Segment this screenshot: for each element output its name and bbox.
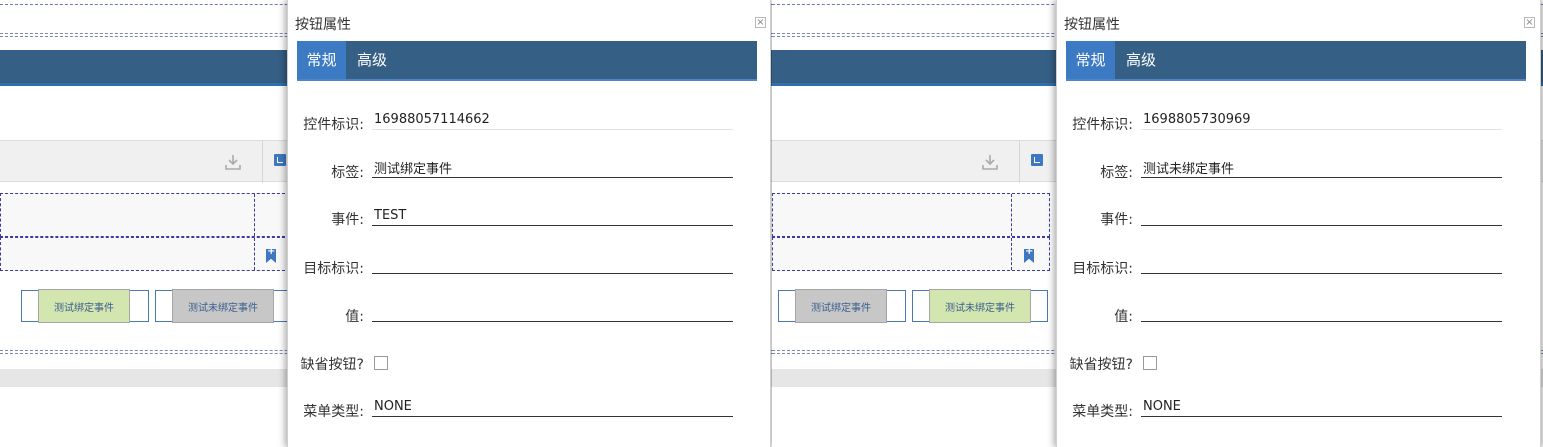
dialog-tabs: 常规 高级 (297, 41, 757, 81)
label-field[interactable] (372, 158, 733, 178)
control-id-label: 控件标识: (303, 117, 364, 133)
control-id-field[interactable] (372, 110, 733, 130)
value-field[interactable] (1141, 302, 1502, 322)
toolbar-divider (1019, 141, 1020, 183)
event-field[interactable] (372, 206, 733, 226)
test-unbound-event-button[interactable]: 测试未绑定事件 (172, 289, 274, 323)
resize-icon[interactable] (274, 154, 286, 166)
control-id-label: 控件标识: (1072, 117, 1133, 133)
grid-column-divider (254, 194, 255, 236)
default-button-checkbox[interactable] (374, 356, 388, 370)
test-unbound-event-button[interactable]: 测试未绑定事件 (929, 289, 1031, 323)
menu-type-field[interactable] (1141, 397, 1502, 417)
bookmark-add-icon[interactable] (266, 249, 276, 263)
menu-type-label: 菜单类型: (1072, 404, 1133, 420)
dialog-title: 按钮属性 (295, 17, 351, 33)
tab-advanced[interactable]: 高级 (1117, 41, 1165, 79)
test-bound-event-button[interactable]: 测试绑定事件 (38, 289, 130, 323)
label-label: 标签: (1100, 165, 1133, 181)
dialog-tabs: 常规 高级 (1066, 41, 1526, 81)
toolbar-divider (262, 141, 263, 183)
grid-column-divider (254, 238, 255, 270)
event-label: 事件: (331, 212, 364, 228)
menu-type-label: 菜单类型: (303, 404, 364, 420)
grid-column-divider (1011, 238, 1012, 270)
close-icon[interactable]: × (755, 17, 766, 28)
default-button-label: 缺省按钮? (1069, 357, 1133, 373)
target-id-field[interactable] (372, 254, 733, 274)
label-field[interactable] (1141, 158, 1502, 178)
label-label: 标签: (331, 165, 364, 181)
close-icon[interactable]: × (1524, 17, 1535, 28)
event-field[interactable] (1141, 206, 1502, 226)
button-properties-dialog-right: 按钮属性 × 常规 高级 控件标识: 标签: 事件: 目标标识: 值: 缺省按钮… (1056, 0, 1541, 447)
grid-row (0, 193, 290, 237)
grid-row (772, 193, 1050, 237)
tab-general[interactable]: 常规 (1066, 41, 1115, 79)
button-properties-dialog-left: 按钮属性 × 常规 高级 控件标识: 标签: 事件: 目标标识: 值: 缺省按钮… (287, 0, 771, 447)
grid-row (772, 237, 1050, 271)
value-label: 值: (345, 309, 364, 325)
value-field[interactable] (372, 302, 733, 322)
tab-advanced[interactable]: 高级 (348, 41, 396, 79)
tab-general[interactable]: 常规 (297, 41, 346, 79)
dialog-title: 按钮属性 (1064, 17, 1120, 33)
target-id-field[interactable] (1141, 254, 1502, 274)
value-label: 值: (1114, 309, 1133, 325)
default-button-label: 缺省按钮? (300, 357, 364, 373)
bookmark-add-icon[interactable] (1024, 249, 1034, 263)
control-id-field[interactable] (1141, 110, 1502, 130)
grid-row (0, 237, 290, 271)
event-label: 事件: (1100, 212, 1133, 228)
download-icon[interactable] (224, 153, 242, 171)
target-id-label: 目标标识: (303, 261, 364, 277)
menu-type-field[interactable] (372, 397, 733, 417)
test-bound-event-button[interactable]: 测试绑定事件 (795, 289, 887, 323)
default-button-checkbox[interactable] (1143, 356, 1157, 370)
target-id-label: 目标标识: (1072, 261, 1133, 277)
download-icon[interactable] (981, 153, 999, 171)
resize-icon[interactable] (1031, 154, 1043, 166)
grid-column-divider (1011, 194, 1012, 236)
